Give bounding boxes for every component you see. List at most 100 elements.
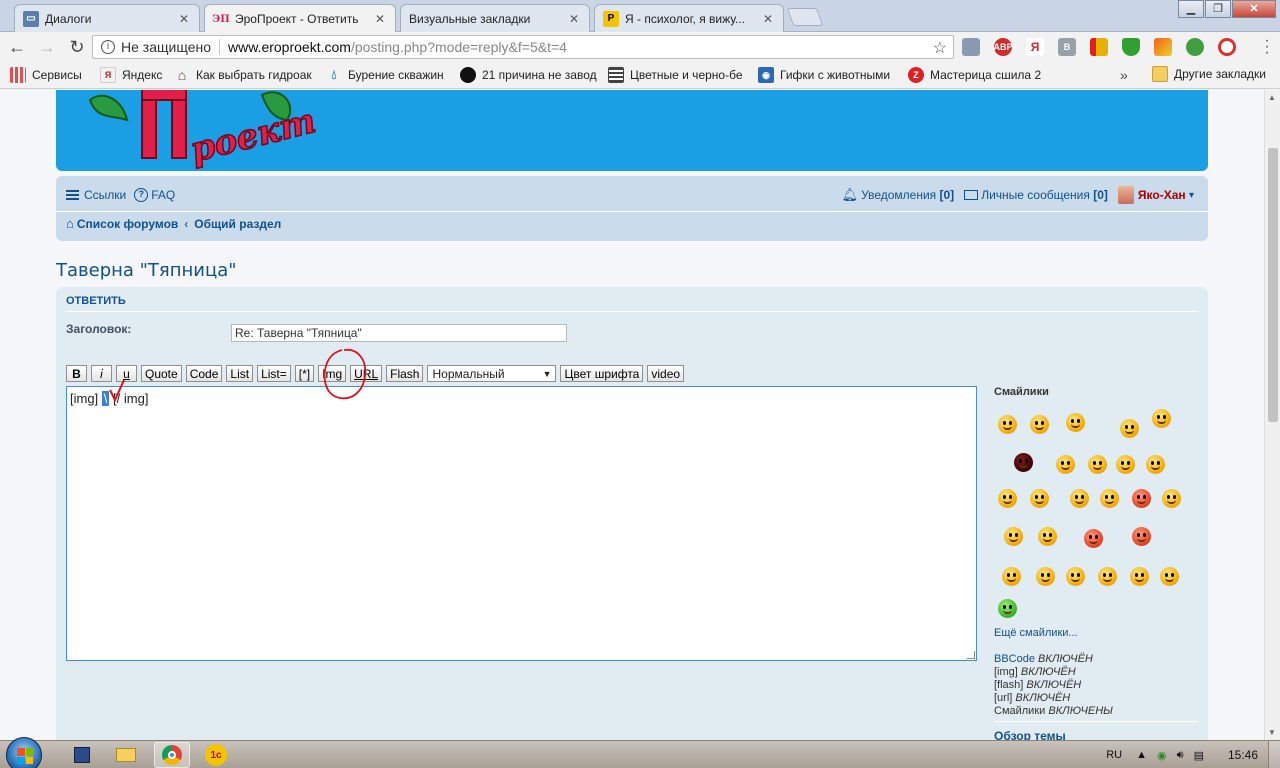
smiley-icon[interactable] xyxy=(1066,567,1085,586)
language-indicator[interactable]: RU xyxy=(1106,749,1122,761)
faq-link[interactable]: ? FAQ xyxy=(134,188,175,202)
code-button[interactable]: Code xyxy=(185,365,223,382)
monster-icon[interactable] xyxy=(1186,38,1204,56)
smiley-icon[interactable] xyxy=(1066,413,1085,432)
adblock-icon[interactable]: ABP xyxy=(994,38,1013,56)
smiley-icon[interactable] xyxy=(1070,489,1089,508)
other-bookmarks[interactable]: Другие закладки xyxy=(1152,66,1266,82)
smiley-icon[interactable] xyxy=(1014,453,1033,472)
bookmark-hydro[interactable]: ⌂ Как выбрать гидроак xyxy=(174,67,316,83)
smiley-icon[interactable] xyxy=(1152,409,1171,428)
volume-icon[interactable]: 🔊︎ xyxy=(1177,749,1184,762)
bold-button[interactable]: B xyxy=(66,365,87,382)
smiley-icon[interactable] xyxy=(1132,527,1151,546)
smiley-icon[interactable] xyxy=(998,489,1017,508)
flash-button[interactable]: Flash xyxy=(386,365,424,382)
bookmarks-overflow-icon[interactable]: » xyxy=(1120,67,1128,83)
smiley-icon[interactable] xyxy=(1146,455,1165,474)
tab-psychologist[interactable]: P Я - психолог, я вижу... ✕ xyxy=(594,4,784,32)
smiley-icon[interactable] xyxy=(998,415,1017,434)
smiley-icon[interactable] xyxy=(1116,455,1135,474)
bookmark-gifs[interactable]: ◉ Гифки с животными xyxy=(758,67,898,83)
bookmark-yandex[interactable]: Я Яндекс xyxy=(100,67,164,83)
smiley-icon[interactable] xyxy=(1084,529,1103,548)
tab-visual-bookmarks[interactable]: Визуальные закладки ✕ xyxy=(400,4,590,32)
scroll-up-icon[interactable]: ▲ xyxy=(1268,93,1276,102)
restore-icon[interactable]: ❐ xyxy=(1205,0,1231,18)
page-scrollbar[interactable]: ▲ ▼ xyxy=(1264,90,1280,740)
info-icon[interactable]: i xyxy=(101,40,115,54)
menu-icon[interactable]: · · · xyxy=(1264,33,1270,61)
close-icon[interactable]: ✕ xyxy=(567,12,581,26)
new-tab-button[interactable] xyxy=(786,8,824,26)
private-messages-link[interactable]: Личные сообщения [0] xyxy=(964,188,1108,202)
network-app-icon[interactable]: ◉ xyxy=(1157,749,1167,762)
start-button[interactable] xyxy=(6,737,42,768)
chrome-app-icon[interactable] xyxy=(154,742,190,768)
minimize-icon[interactable]: ▁ xyxy=(1178,0,1204,18)
status-label[interactable]: BBCode xyxy=(994,653,1035,665)
smiley-icon[interactable] xyxy=(1160,567,1179,586)
shield-icon[interactable] xyxy=(1122,38,1140,56)
quote-button[interactable]: Quote xyxy=(141,365,182,382)
subject-input[interactable] xyxy=(231,324,567,342)
close-window-icon[interactable]: ✕ xyxy=(1232,0,1276,18)
quick-links-menu[interactable]: Ссылки xyxy=(66,188,126,202)
underline-button[interactable]: u xyxy=(116,365,137,382)
bookmark-services[interactable]: Сервисы xyxy=(10,67,90,83)
bookmark-colored[interactable]: Цветные и черно-бе xyxy=(608,67,748,83)
tray-expand-icon[interactable]: ▲ xyxy=(1136,749,1147,761)
close-icon[interactable]: ✕ xyxy=(373,12,387,26)
clock[interactable]: 15:46 xyxy=(1228,748,1258,762)
topic-review-link[interactable]: Обзор темы xyxy=(994,729,1066,740)
font-color-button[interactable]: Цвет шрифта xyxy=(560,365,644,382)
floppy-app-icon[interactable] xyxy=(64,742,100,768)
smiley-icon[interactable] xyxy=(1002,567,1021,586)
yandex-icon[interactable]: Я xyxy=(1026,38,1044,56)
font-size-select[interactable]: Нормальный ▼ xyxy=(427,365,557,382)
network-icon[interactable]: ▤ xyxy=(1194,749,1204,762)
bookmark-21-reasons[interactable]: 21 причина не завод xyxy=(460,67,598,83)
security-status[interactable]: Не защищено xyxy=(121,39,220,55)
forward-icon[interactable]: → xyxy=(34,34,60,60)
smiley-icon[interactable] xyxy=(1004,527,1023,546)
page-title[interactable]: Таверна "Тяпница" xyxy=(56,260,237,281)
url-button[interactable]: URL xyxy=(350,365,383,382)
show-desktop-button[interactable] xyxy=(1268,741,1280,768)
folder-app-icon[interactable] xyxy=(108,742,144,768)
1c-app-icon[interactable]: 1c xyxy=(198,742,234,768)
more-smilies-link[interactable]: Ещё смайлики... xyxy=(994,627,1078,639)
ordered-list-button[interactable]: List= xyxy=(257,365,291,382)
smiley-icon[interactable] xyxy=(1132,489,1151,508)
smiley-icon[interactable] xyxy=(998,599,1017,618)
gallery-icon[interactable] xyxy=(1154,38,1172,56)
target-icon[interactable] xyxy=(1218,38,1236,56)
back-icon[interactable]: ← xyxy=(4,34,30,60)
italic-button[interactable]: i xyxy=(91,365,112,382)
smiley-icon[interactable] xyxy=(1030,415,1049,434)
site-logo[interactable]: роект xyxy=(72,90,322,170)
smiley-icon[interactable] xyxy=(1036,567,1055,586)
list-item-button[interactable]: [*] xyxy=(294,365,315,382)
vk-icon[interactable]: B xyxy=(1058,38,1076,56)
bookmark-drilling[interactable]: 💧︎ Бурение скважин xyxy=(326,67,450,83)
smiley-icon[interactable] xyxy=(1030,489,1049,508)
smiley-icon[interactable] xyxy=(1130,567,1149,586)
tab-eroproekt[interactable]: ЭП ЭроПроект - Ответить ✕ xyxy=(204,4,396,33)
crumb-forum-index[interactable]: Список форумов xyxy=(77,217,178,231)
message-textarea[interactable]: [img] \ [/ img] xyxy=(66,386,977,661)
smiley-icon[interactable] xyxy=(1088,455,1107,474)
reload-icon[interactable]: ↻ xyxy=(64,34,90,60)
notifications-link[interactable]: 🔔︎ Уведомления [0] xyxy=(842,187,955,203)
smiley-icon[interactable] xyxy=(1056,455,1075,474)
puzzle-icon[interactable] xyxy=(962,38,980,56)
scroll-thumb[interactable] xyxy=(1268,148,1278,422)
smiley-icon[interactable] xyxy=(1100,489,1119,508)
smiley-icon[interactable] xyxy=(1120,419,1139,438)
address-bar[interactable]: i Не защищено www.eroproekt.com/posting.… xyxy=(92,35,954,59)
img-button[interactable]: Img xyxy=(318,365,347,382)
resize-handle[interactable] xyxy=(967,651,975,659)
user-menu[interactable]: Яко-Хан ▾ xyxy=(1117,186,1194,204)
list-button[interactable]: List xyxy=(226,365,254,382)
close-icon[interactable]: ✕ xyxy=(177,12,191,26)
